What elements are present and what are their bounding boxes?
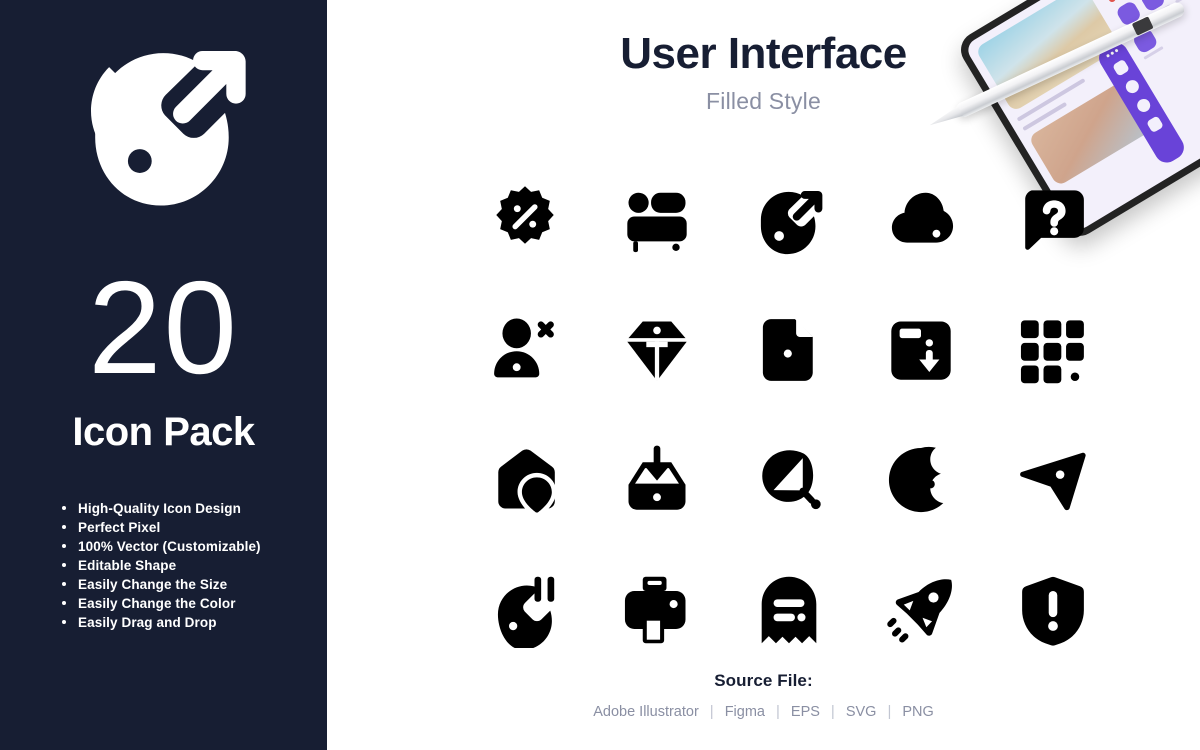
features-list: High-Quality Icon Design Perfect Pixel 1… <box>0 499 327 632</box>
moon-crescent-icon[interactable] <box>883 442 959 518</box>
format-png: PNG <box>902 703 934 720</box>
icon-count: 20 <box>88 254 239 401</box>
icon-cell-folder-download[interactable] <box>855 285 987 415</box>
ghost-icon[interactable] <box>751 572 827 648</box>
icon-cell-question-chat[interactable] <box>987 155 1119 285</box>
icon-cell-leaf-eco[interactable] <box>723 415 855 545</box>
icon-cell-call-pause[interactable] <box>459 545 591 675</box>
format-figma: Figma <box>724 703 765 720</box>
main-panel: User Interface Filled Style Source File:… <box>327 0 1200 750</box>
icon-pack-presentation: 20 Icon Pack High-Quality Icon Design Pe… <box>0 0 1200 750</box>
user-remove-icon[interactable] <box>487 312 563 388</box>
rocket-icon[interactable] <box>883 572 959 648</box>
footer: Source File: Adobe Illustrator | Figma |… <box>327 671 1200 720</box>
leaf-eco-icon[interactable] <box>751 442 827 518</box>
icon-cell-cloud[interactable] <box>855 155 987 285</box>
icon-cell-inbox-download[interactable] <box>591 415 723 545</box>
home-location-icon[interactable] <box>487 442 563 518</box>
list-item: Easily Drag and Drop <box>62 613 327 632</box>
page-title: User Interface <box>620 29 907 78</box>
sidebar-panel: 20 Icon Pack High-Quality Icon Design Pe… <box>0 0 327 750</box>
list-item: Editable Shape <box>62 556 327 575</box>
header: User Interface Filled Style <box>327 0 1200 115</box>
diamond-icon[interactable] <box>619 312 695 388</box>
format-adobe-illustrator: Adobe Illustrator <box>593 703 699 720</box>
question-chat-icon[interactable] <box>1015 182 1091 258</box>
icon-grid <box>459 155 1119 675</box>
inbox-download-icon[interactable] <box>619 442 695 518</box>
icon-cell-shield-alert[interactable] <box>987 545 1119 675</box>
icon-cell-moon-crescent[interactable] <box>855 415 987 545</box>
expand-arrow-icon[interactable] <box>751 182 827 258</box>
icon-cell-user-remove[interactable] <box>459 285 591 415</box>
icon-cell-sofa[interactable] <box>591 155 723 285</box>
list-item: High-Quality Icon Design <box>62 499 327 518</box>
call-pause-icon[interactable] <box>487 572 563 648</box>
format-eps: EPS <box>790 703 820 720</box>
source-file-formats: Adobe Illustrator | Figma | EPS | SVG | … <box>327 703 1200 720</box>
list-item: Perfect Pixel <box>62 518 327 537</box>
folder-download-icon[interactable] <box>883 312 959 388</box>
send-navigation-icon[interactable] <box>1015 442 1091 518</box>
source-file-title: Source File: <box>714 671 813 690</box>
file-document-icon[interactable] <box>751 312 827 388</box>
icon-cell-printer[interactable] <box>591 545 723 675</box>
discount-badge-icon[interactable] <box>487 182 563 258</box>
icon-cell-file-document[interactable] <box>723 285 855 415</box>
page-subtitle: Filled Style <box>706 88 821 115</box>
list-item: Easily Change the Color <box>62 594 327 613</box>
icon-cell-ghost[interactable] <box>723 545 855 675</box>
icon-cell-diamond[interactable] <box>591 285 723 415</box>
brand-logo <box>64 24 264 220</box>
list-item: Easily Change the Size <box>62 575 327 594</box>
icon-cell-expand-arrow[interactable] <box>723 155 855 285</box>
icon-cell-grid-apps[interactable] <box>987 285 1119 415</box>
icon-pack-label: Icon Pack <box>72 410 255 454</box>
list-item: 100% Vector (Customizable) <box>62 537 327 556</box>
icon-cell-send-navigation[interactable] <box>987 415 1119 545</box>
sofa-icon[interactable] <box>619 182 695 258</box>
cloud-icon[interactable] <box>883 182 959 258</box>
format-svg: SVG <box>845 703 877 720</box>
tablet-nav-icon <box>1145 115 1164 134</box>
icon-cell-discount-badge[interactable] <box>459 155 591 285</box>
icon-cell-rocket[interactable] <box>855 545 987 675</box>
icon-cell-home-location[interactable] <box>459 415 591 545</box>
shield-alert-icon[interactable] <box>1015 572 1091 648</box>
grid-apps-icon[interactable] <box>1015 312 1091 388</box>
printer-icon[interactable] <box>619 572 695 648</box>
expand-arrow-icon <box>69 29 259 215</box>
